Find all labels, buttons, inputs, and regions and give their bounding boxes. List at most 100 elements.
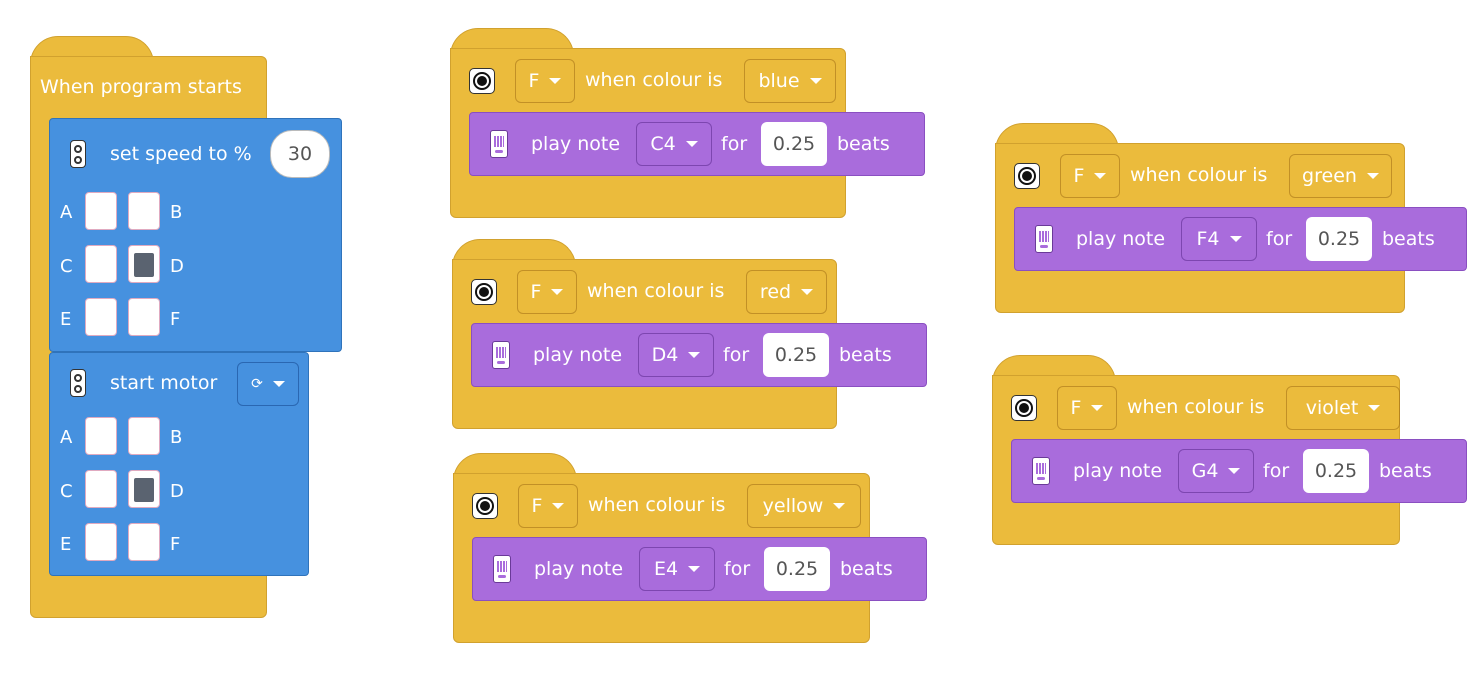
port-label-e: E	[60, 534, 72, 555]
speed-input[interactable]: 30	[270, 130, 330, 178]
colour-dropdown[interactable]: green	[1289, 154, 1392, 198]
when-colour-label: when colour is	[585, 69, 723, 91]
port-f-toggle[interactable]	[128, 523, 160, 561]
colour-sensor-icon	[471, 279, 497, 305]
play-note-label: play note	[1076, 228, 1166, 250]
colour-sensor-icon	[472, 493, 498, 519]
chevron-down-icon	[688, 352, 701, 358]
port-label-d: D	[170, 481, 184, 502]
note-dropdown[interactable]: E4	[639, 547, 715, 591]
clockwise-icon: ⟳	[251, 376, 263, 392]
chevron-down-icon	[1228, 468, 1241, 474]
colour-value: green	[1302, 165, 1357, 187]
port-value: F	[1073, 165, 1085, 187]
play-note-label: play note	[531, 133, 621, 155]
note-value: C4	[650, 133, 676, 155]
port-value: F	[1070, 397, 1082, 419]
when-colour-label: when colour is	[1127, 396, 1265, 418]
chevron-down-icon	[809, 78, 822, 84]
colour-value: red	[759, 281, 792, 303]
chevron-down-icon	[1229, 236, 1242, 242]
beats-input[interactable]: 0.25	[764, 547, 830, 591]
port-dropdown[interactable]: F	[518, 484, 578, 528]
port-f-toggle[interactable]	[128, 298, 160, 336]
colour-sensor-icon	[1011, 395, 1037, 421]
colour-value: violet	[1305, 397, 1359, 419]
colour-dropdown[interactable]: violet	[1286, 386, 1400, 430]
for-label: for	[724, 558, 751, 580]
chevron-down-icon	[1091, 405, 1104, 411]
chevron-down-icon	[551, 289, 564, 295]
chevron-down-icon	[1094, 173, 1107, 179]
for-label: for	[1263, 460, 1290, 482]
port-label-e: E	[60, 309, 72, 330]
set-speed-label: set speed to %	[110, 143, 252, 165]
note-dropdown[interactable]: G4	[1178, 449, 1254, 493]
note-value: F4	[1196, 228, 1220, 250]
for-label: for	[723, 344, 750, 366]
play-note-label: play note	[1073, 460, 1163, 482]
play-note-label: play note	[533, 344, 623, 366]
hub-icon	[1032, 457, 1050, 485]
port-c-toggle[interactable]	[85, 245, 117, 283]
beats-input[interactable]: 0.25	[1306, 217, 1372, 261]
hat-label: When program starts	[40, 76, 242, 98]
direction-dropdown[interactable]: ⟳	[237, 362, 299, 406]
chevron-down-icon	[1368, 405, 1381, 411]
start-motor-label: start motor	[110, 372, 218, 394]
hub-icon	[1035, 225, 1053, 253]
port-label-b: B	[170, 202, 183, 223]
port-label-d: D	[170, 256, 184, 277]
note-value: D4	[651, 344, 679, 366]
beats-input[interactable]: 0.25	[763, 333, 829, 377]
beats-input[interactable]: 0.25	[1303, 449, 1369, 493]
port-d-toggle-selected[interactable]	[128, 470, 160, 508]
port-label-c: C	[60, 481, 73, 502]
port-label-f: F	[170, 309, 181, 330]
port-d-toggle-selected[interactable]	[128, 245, 160, 283]
colour-value: yellow	[762, 495, 824, 517]
chevron-down-icon	[1366, 173, 1379, 179]
port-value: F	[531, 495, 543, 517]
colour-dropdown[interactable]: blue	[744, 59, 836, 103]
when-colour-label: when colour is	[1130, 164, 1268, 186]
play-note-label: play note	[534, 558, 624, 580]
port-e-toggle[interactable]	[85, 298, 117, 336]
hub-icon	[492, 341, 510, 369]
note-dropdown[interactable]: F4	[1181, 217, 1257, 261]
chevron-down-icon	[272, 381, 285, 387]
colour-dropdown[interactable]: red	[746, 270, 827, 314]
note-dropdown[interactable]: C4	[636, 122, 712, 166]
port-e-toggle[interactable]	[85, 523, 117, 561]
colour-sensor-icon	[469, 68, 495, 94]
for-label: for	[1266, 228, 1293, 250]
port-value: F	[530, 281, 542, 303]
port-dropdown[interactable]: F	[1060, 154, 1120, 198]
note-value: E4	[653, 558, 679, 580]
port-a-toggle[interactable]	[85, 192, 117, 230]
motor-icon	[70, 369, 86, 397]
colour-value: blue	[758, 70, 800, 92]
note-value: G4	[1191, 460, 1219, 482]
chevron-down-icon	[552, 503, 565, 509]
port-b-toggle[interactable]	[128, 417, 160, 455]
port-b-toggle[interactable]	[128, 192, 160, 230]
chevron-down-icon	[685, 141, 698, 147]
port-a-toggle[interactable]	[85, 417, 117, 455]
beats-label: beats	[839, 344, 892, 366]
port-label-a: A	[60, 202, 73, 223]
chevron-down-icon	[801, 289, 814, 295]
port-dropdown[interactable]: F	[515, 59, 575, 103]
note-dropdown[interactable]: D4	[638, 333, 714, 377]
colour-sensor-icon	[1014, 163, 1040, 189]
beats-input[interactable]: 0.25	[761, 122, 827, 166]
beats-label: beats	[840, 558, 893, 580]
port-dropdown[interactable]: F	[517, 270, 577, 314]
port-label-f: F	[170, 534, 181, 555]
port-dropdown[interactable]: F	[1057, 386, 1117, 430]
colour-dropdown[interactable]: yellow	[747, 484, 861, 528]
chevron-down-icon	[549, 78, 562, 84]
port-c-toggle[interactable]	[85, 470, 117, 508]
hub-icon	[493, 555, 511, 583]
chevron-down-icon	[688, 566, 701, 572]
